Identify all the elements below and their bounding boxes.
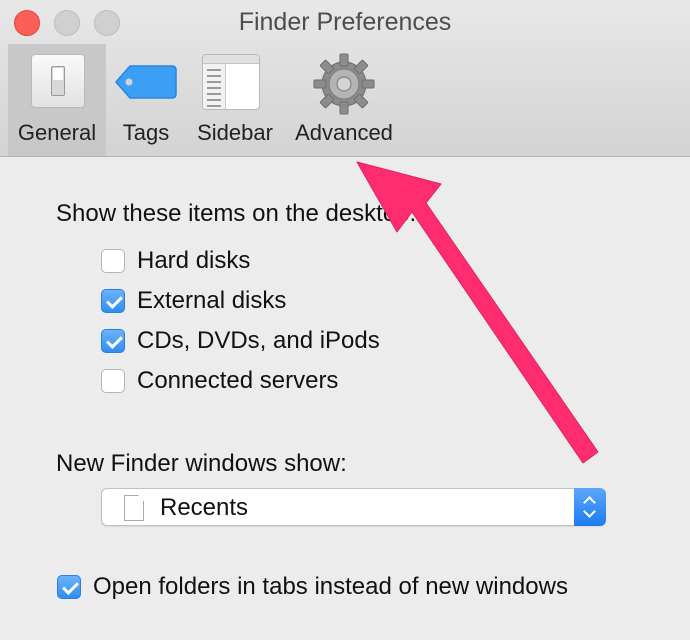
open-in-tabs-label: Open folders in tabs instead of new wind…	[93, 573, 568, 600]
tab-advanced[interactable]: Advanced	[288, 44, 400, 156]
connected-servers-checkbox[interactable]	[101, 369, 125, 393]
external-disks-option[interactable]: External disks	[101, 286, 286, 316]
tab-general[interactable]: General	[8, 44, 106, 156]
switch-icon	[31, 54, 85, 108]
hard-disks-option[interactable]: Hard disks	[101, 246, 250, 276]
hard-disks-label: Hard disks	[137, 247, 251, 274]
connected-servers-option[interactable]: Connected servers	[101, 366, 338, 396]
tab-sidebar-label: Sidebar	[197, 120, 273, 145]
popup-chevrons-icon[interactable]	[574, 488, 606, 526]
tab-sidebar[interactable]: Sidebar	[190, 44, 280, 156]
tag-icon	[115, 65, 177, 99]
tab-advanced-label: Advanced	[295, 120, 393, 145]
cds-dvds-ipods-checkbox[interactable]	[101, 329, 125, 353]
hard-disks-checkbox[interactable]	[101, 249, 125, 273]
gear-icon	[313, 53, 375, 115]
cds-dvds-ipods-option[interactable]: CDs, DVDs, and iPods	[101, 326, 380, 356]
titlebar: Finder Preferences General Tags Sidebar …	[0, 0, 690, 157]
new-windows-heading: New Finder windows show:	[56, 450, 347, 477]
tab-tags[interactable]: Tags	[110, 44, 182, 156]
window-title: Finder Preferences	[238, 8, 452, 36]
tab-tags-label: Tags	[122, 120, 170, 145]
finder-preferences-window: Finder Preferences General Tags Sidebar …	[0, 0, 690, 640]
new-windows-value: Recents	[160, 494, 249, 521]
open-in-tabs-checkbox[interactable]	[57, 575, 81, 599]
document-icon	[124, 495, 144, 521]
external-disks-label: External disks	[137, 287, 287, 314]
new-windows-popup[interactable]: Recents	[101, 488, 606, 526]
desktop-items-heading: Show these items on the desktop:	[56, 200, 417, 227]
external-disks-checkbox[interactable]	[101, 289, 125, 313]
open-in-tabs-option[interactable]: Open folders in tabs instead of new wind…	[57, 572, 568, 602]
cds-dvds-ipods-label: CDs, DVDs, and iPods	[137, 327, 380, 354]
sidebar-icon	[202, 54, 260, 110]
tab-general-label: General	[17, 120, 97, 145]
connected-servers-label: Connected servers	[137, 367, 339, 394]
